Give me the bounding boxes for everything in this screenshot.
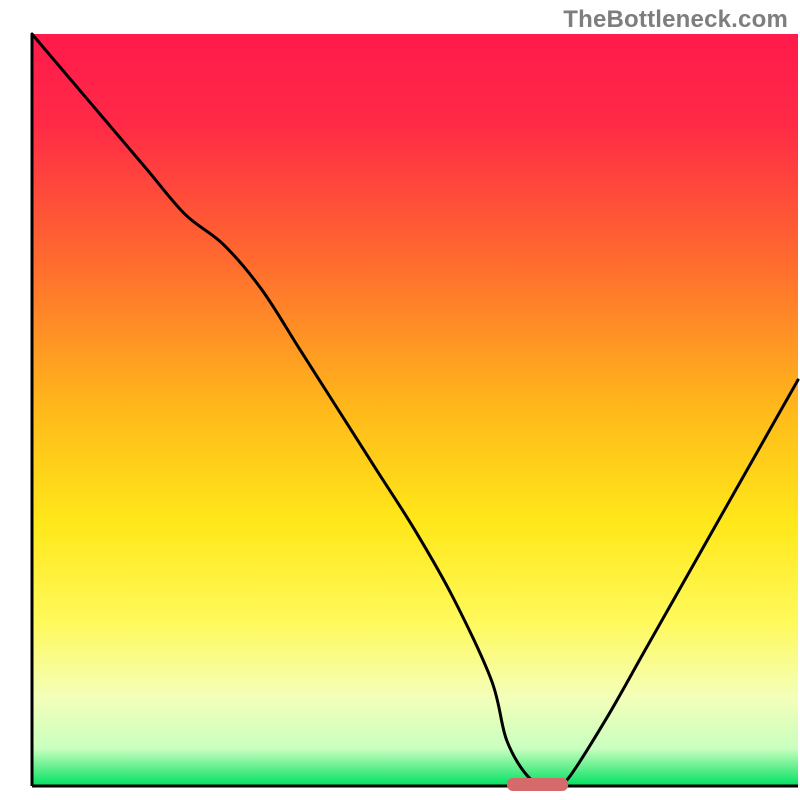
bottleneck-chart [0, 0, 800, 800]
chart-container: TheBottleneck.com [0, 0, 800, 800]
optimal-marker [507, 778, 568, 791]
plot-background [32, 34, 798, 786]
